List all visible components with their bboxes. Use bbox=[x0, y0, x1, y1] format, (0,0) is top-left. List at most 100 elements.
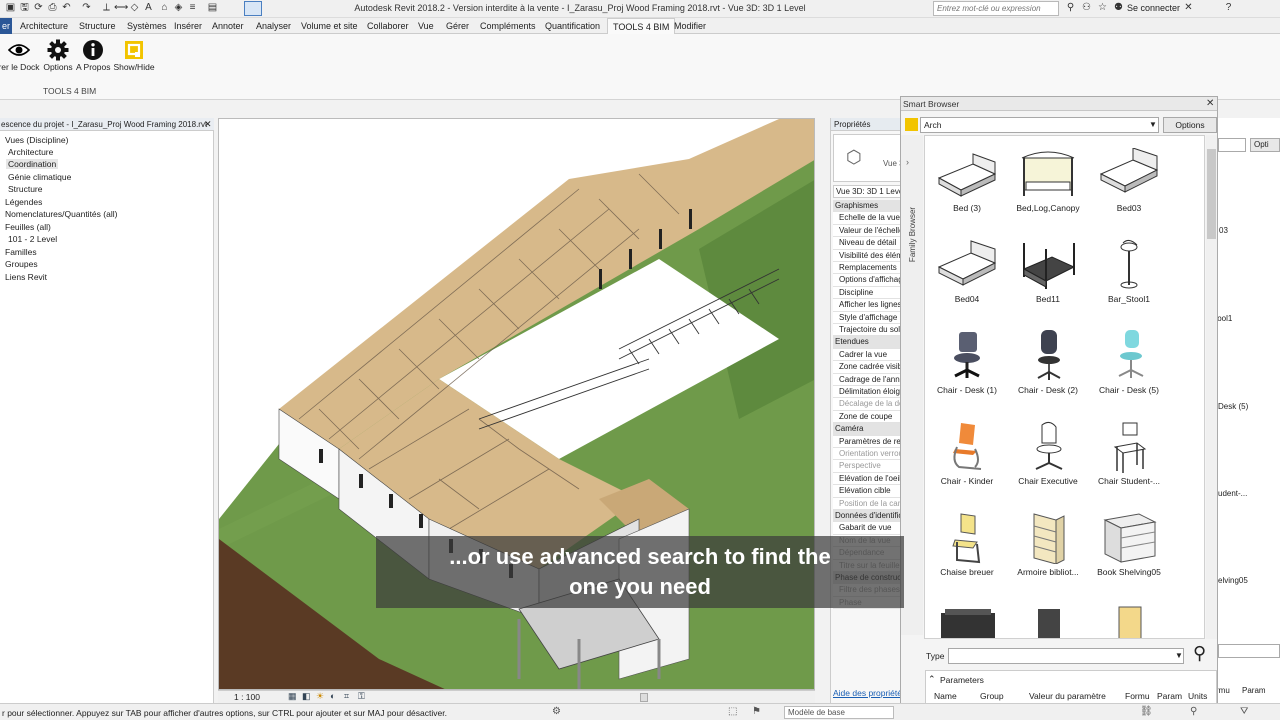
family-item[interactable]: Bar_Stool1 bbox=[1088, 239, 1170, 329]
property-row[interactable]: Discipline bbox=[833, 286, 900, 300]
column-header-formula[interactable]: Formu bbox=[1125, 691, 1150, 701]
active-tool-icon[interactable] bbox=[244, 1, 262, 16]
tree-item-groups[interactable]: Groupes bbox=[5, 259, 38, 269]
visual-style-icon[interactable]: ◧ bbox=[302, 691, 311, 702]
show-hide-button[interactable]: Show/Hide bbox=[112, 38, 156, 72]
tab-collaborate[interactable]: Collaborer bbox=[367, 18, 409, 34]
family-item[interactable] bbox=[1088, 603, 1170, 638]
subscription-icon[interactable]: ⚇ bbox=[1080, 2, 1093, 14]
property-row[interactable]: Afficher les lignes bbox=[833, 299, 900, 312]
select-pinned-icon[interactable]: ⚲ bbox=[1190, 706, 1197, 717]
filter-icon[interactable]: ⛛ bbox=[1240, 706, 1248, 717]
user-icon[interactable]: ⚉ bbox=[1112, 2, 1125, 14]
tab-architecture[interactable]: Architecture bbox=[20, 18, 68, 34]
property-row[interactable]: Options d'affichage bbox=[833, 274, 900, 287]
favorites-icon[interactable]: ☆ bbox=[1096, 2, 1109, 14]
close-icon[interactable]: ✕ bbox=[1206, 97, 1214, 111]
property-row[interactable]: Position de la caméra bbox=[833, 497, 900, 510]
type-dropdown[interactable]: ▼ bbox=[948, 648, 1184, 664]
family-item[interactable]: Chaise breuer bbox=[926, 512, 1008, 602]
3d-view-icon[interactable]: ⌂ bbox=[158, 2, 171, 14]
property-row[interactable]: Remplacements bbox=[833, 262, 900, 275]
tree-item-hvac[interactable]: Génie climatique bbox=[8, 172, 71, 182]
property-row[interactable]: Elévation cible bbox=[833, 485, 900, 498]
switch-windows-icon[interactable]: ▤ bbox=[206, 2, 219, 14]
property-row[interactable]: Zone de coupe bbox=[833, 410, 900, 424]
family-item[interactable]: Chair - Desk (5) bbox=[1088, 330, 1170, 420]
worksets-icon[interactable]: ⚙ bbox=[552, 706, 561, 717]
type-selector[interactable]: ⬡ Vue 3D bbox=[833, 134, 900, 182]
detail-level-icon[interactable]: ▦ bbox=[288, 691, 297, 702]
tree-item-structure[interactable]: Structure bbox=[8, 184, 43, 194]
column-header-param[interactable]: Param bbox=[1157, 691, 1182, 701]
family-item[interactable] bbox=[926, 603, 1008, 638]
tab-tools4bim[interactable]: TOOLS 4 BIM bbox=[607, 18, 676, 34]
family-grid-scrollbar[interactable] bbox=[1206, 135, 1217, 639]
property-category[interactable]: Caméra bbox=[833, 423, 900, 436]
about-button[interactable]: A Propos bbox=[76, 38, 111, 72]
category-dropdown[interactable]: Arch ▼ bbox=[920, 117, 1159, 133]
property-category[interactable]: Données d'identification bbox=[833, 510, 900, 523]
undo-icon[interactable]: ↶ bbox=[60, 2, 73, 14]
property-row[interactable]: Elévation de l'oeil bbox=[833, 472, 900, 486]
tree-item-revit-links[interactable]: Liens Revit bbox=[5, 272, 47, 282]
property-row[interactable]: Echelle de la vue bbox=[833, 212, 900, 225]
select-links-icon[interactable]: ⛓ bbox=[1140, 706, 1153, 717]
tab-quantification[interactable]: Quantification bbox=[545, 18, 600, 34]
dock-button[interactable]: rer le Dock bbox=[0, 38, 40, 72]
property-row[interactable]: Délimitation éloignée bbox=[833, 386, 900, 399]
horizontal-scroll-thumb[interactable] bbox=[640, 693, 648, 702]
crop-icon[interactable]: ⌗ bbox=[344, 691, 349, 702]
design-option-selector[interactable]: Modèle de base bbox=[784, 706, 894, 719]
family-item[interactable]: Book Shelving05 bbox=[1088, 512, 1170, 602]
background-type-dropdown[interactable] bbox=[1218, 644, 1280, 658]
property-category[interactable]: Etendues bbox=[833, 336, 900, 349]
app-menu-icon[interactable]: ▣ bbox=[4, 2, 17, 14]
scroll-thumb[interactable] bbox=[1207, 149, 1216, 239]
column-header-value[interactable]: Valeur du paramètre bbox=[1029, 691, 1106, 701]
property-row[interactable]: Paramètres de rendu bbox=[833, 435, 900, 448]
tag-icon[interactable]: ◇ bbox=[128, 2, 141, 14]
tab-systems[interactable]: Systèmes bbox=[127, 18, 167, 34]
close-icon[interactable]: ✕ bbox=[204, 118, 212, 130]
redo-icon[interactable]: ↷ bbox=[80, 2, 93, 14]
properties-help-link[interactable]: Aide des propriétés bbox=[833, 688, 900, 698]
family-item[interactable]: Armoire bibliot... bbox=[1007, 512, 1089, 602]
tab-manage[interactable]: Gérer bbox=[446, 18, 469, 34]
thin-lines-icon[interactable]: ≡ bbox=[186, 2, 199, 14]
family-item[interactable]: Bed11 bbox=[1007, 239, 1089, 329]
tree-item-architecture[interactable]: Architecture bbox=[8, 147, 53, 157]
property-row[interactable]: Niveau de détail bbox=[833, 237, 900, 250]
family-item[interactable]: Chair - Kinder bbox=[926, 421, 1008, 511]
chevron-right-icon[interactable]: › bbox=[906, 157, 909, 167]
sync-icon[interactable]: ⟳ bbox=[32, 2, 45, 14]
tree-item-coordination[interactable]: Coordination bbox=[6, 159, 59, 169]
property-row[interactable]: Visibilité des éléments bbox=[833, 249, 900, 262]
family-item[interactable]: Bed (3) bbox=[926, 148, 1008, 238]
search-input[interactable]: Entrez mot-clé ou expression bbox=[933, 1, 1059, 16]
family-item[interactable]: Chair Executive bbox=[1007, 421, 1089, 511]
help-icon[interactable]: ? bbox=[1222, 2, 1235, 14]
column-header-name[interactable]: Name bbox=[934, 691, 957, 701]
column-header-group[interactable]: Group bbox=[980, 691, 1004, 701]
save-icon[interactable]: 🖫 bbox=[18, 2, 31, 14]
tab-insert[interactable]: Insérer bbox=[174, 18, 202, 34]
property-category[interactable]: Graphismes bbox=[833, 200, 900, 213]
tree-item-families[interactable]: Familles bbox=[5, 247, 37, 257]
section-icon[interactable]: ◈ bbox=[172, 2, 185, 14]
dimension-icon[interactable]: ⟷ bbox=[114, 2, 128, 14]
tab-massing[interactable]: Volume et site bbox=[301, 18, 358, 34]
collapse-icon[interactable]: ⌃ bbox=[928, 674, 936, 685]
search-icon[interactable]: ⚲ bbox=[1193, 643, 1206, 664]
property-row[interactable]: Cadrer la vue bbox=[833, 348, 900, 362]
sun-path-icon[interactable]: ☀ bbox=[316, 691, 324, 702]
print-icon[interactable]: ⎙ bbox=[46, 2, 59, 14]
signin-button[interactable]: Se connecter bbox=[1127, 3, 1180, 13]
family-item[interactable]: Chair Student-... bbox=[1088, 421, 1170, 511]
tab-file[interactable]: er bbox=[0, 18, 13, 34]
tab-structure[interactable]: Structure bbox=[79, 18, 116, 34]
property-row[interactable]: Zone cadrée visible bbox=[833, 361, 900, 374]
instance-filter[interactable]: Vue 3D: 3D 1 Level bbox=[833, 185, 900, 198]
tab-view[interactable]: Vue bbox=[418, 18, 434, 34]
property-row[interactable]: Cadrage de l'annotation bbox=[833, 373, 900, 386]
